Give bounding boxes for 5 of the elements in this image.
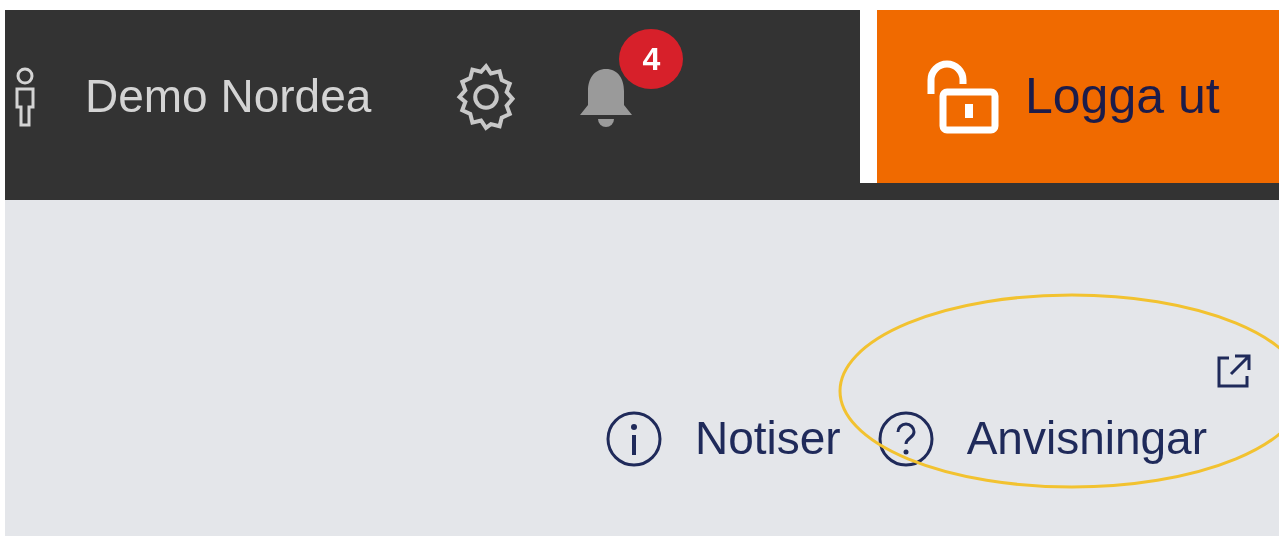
user-name[interactable]: Demo Nordea [85, 62, 372, 131]
notification-link[interactable]: Notiser [604, 404, 841, 473]
logout-button[interactable]: Logga ut [860, 10, 1279, 183]
notification-badge: 4 [619, 28, 684, 89]
external-link[interactable]: Anvisningar [876, 404, 1207, 473]
